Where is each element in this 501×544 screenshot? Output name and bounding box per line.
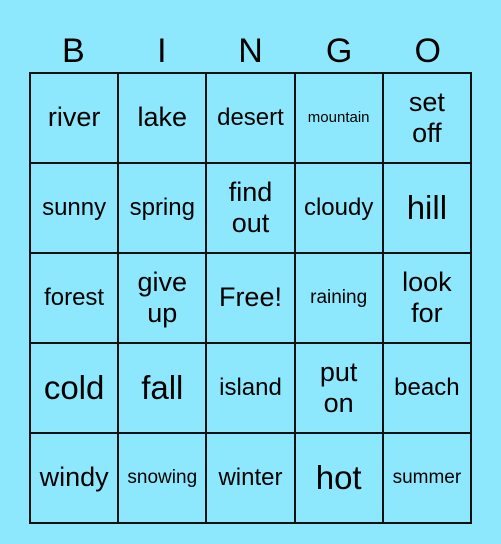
bingo-header: B I N G O — [29, 30, 472, 72]
card-row: forest give up Free! raining look for — [28, 252, 473, 344]
bingo-cell[interactable]: hot — [293, 432, 384, 524]
bingo-cell[interactable]: summer — [381, 432, 473, 524]
cell-line: put on — [319, 356, 358, 418]
cell-line: give up — [137, 266, 188, 328]
bingo-cell[interactable]: lake — [117, 72, 208, 164]
bingo-cell[interactable]: give up — [117, 252, 208, 344]
bingo-cell[interactable]: mountain — [293, 72, 384, 164]
bingo-cell[interactable]: look for — [381, 252, 473, 344]
bingo-cell[interactable]: desert — [205, 72, 296, 164]
header-letter-n: N — [238, 32, 263, 70]
bingo-cell[interactable]: river — [28, 72, 120, 164]
bingo-cell[interactable]: put on — [293, 342, 384, 434]
card-row: river lake desert mountain set off — [28, 72, 473, 164]
bingo-cell[interactable]: raining — [293, 252, 384, 344]
header-letter-i: I — [157, 32, 167, 70]
bingo-cell[interactable]: hill — [381, 162, 473, 254]
header-letter-g: G — [325, 32, 353, 70]
bingo-cell[interactable]: fall — [117, 342, 208, 434]
cell-line: look for — [402, 266, 452, 328]
cell-line: set off — [408, 86, 445, 148]
free-space-cell[interactable]: Free! — [205, 252, 296, 344]
card-row: sunny spring find out cloudy hill — [28, 162, 473, 254]
bingo-cell[interactable]: winter — [205, 432, 296, 524]
bingo-cell[interactable]: beach — [381, 342, 473, 434]
bingo-cell[interactable]: snowing — [117, 432, 208, 524]
card-row: windy snowing winter hot summer — [28, 432, 473, 524]
bingo-cell[interactable]: island — [205, 342, 296, 434]
bingo-cell[interactable]: set off — [381, 72, 473, 164]
bingo-cell[interactable]: windy — [28, 432, 120, 524]
bingo-cell[interactable]: spring — [117, 162, 208, 254]
header-letter-o: O — [414, 32, 441, 70]
card-row: cold fall island put on beach — [28, 342, 473, 434]
header-letter-b: B — [61, 32, 85, 70]
bingo-cell[interactable]: cloudy — [293, 162, 384, 254]
cell-line: find out — [228, 176, 273, 238]
bingo-card: river lake desert mountain set off sunny … — [28, 72, 473, 524]
bingo-cell[interactable]: sunny — [28, 162, 120, 254]
bingo-cell[interactable]: cold — [28, 342, 120, 434]
bingo-cell[interactable]: find out — [205, 162, 296, 254]
bingo-cell[interactable]: forest — [28, 252, 120, 344]
